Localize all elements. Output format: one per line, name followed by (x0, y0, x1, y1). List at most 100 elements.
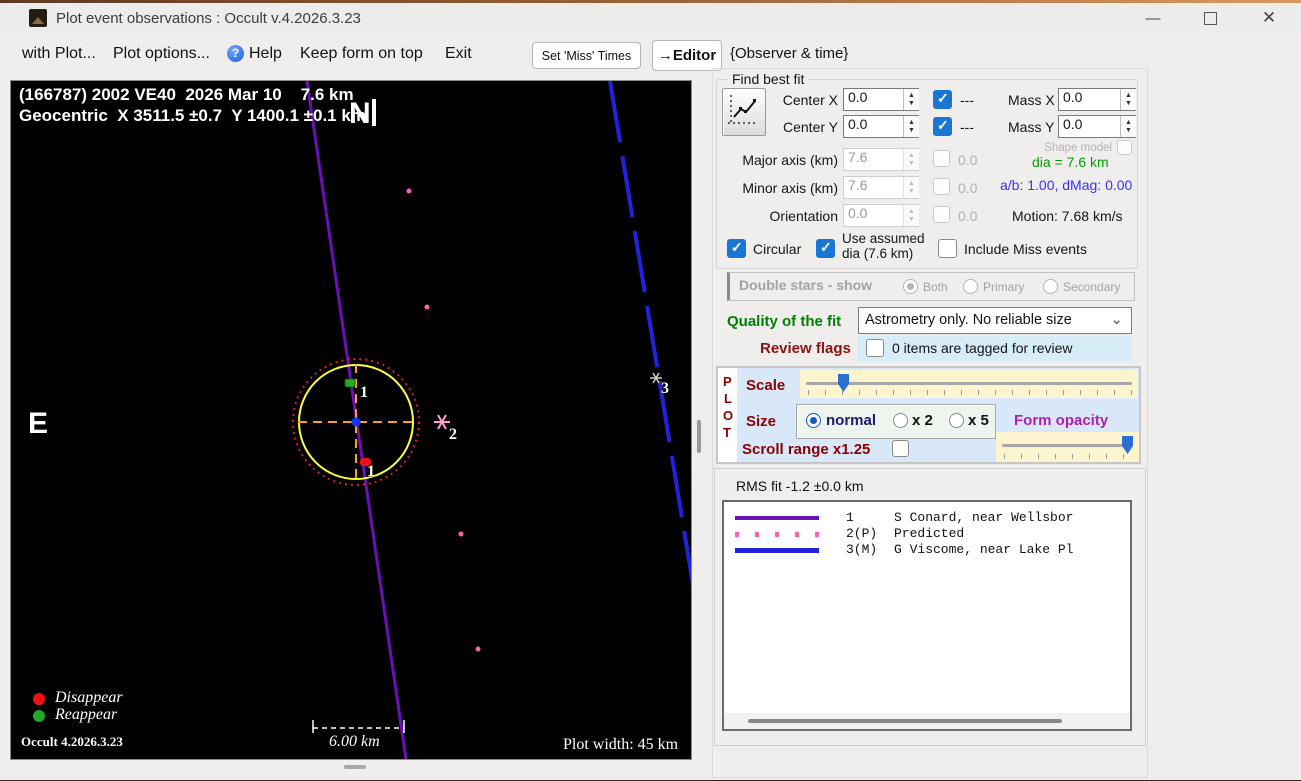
rms-fit-label: RMS fit -1.2 ±0.0 km (736, 478, 864, 494)
orientation-fit-checkbox[interactable] (933, 206, 950, 223)
minimize-button[interactable]: — (1130, 3, 1176, 33)
title-bar[interactable]: Plot event observations : Occult v.4.202… (0, 3, 1301, 33)
help-icon[interactable]: ? (227, 45, 244, 62)
observer2-line-sample (735, 532, 819, 537)
size-radio-group: normal x 2 x 5 (796, 404, 996, 439)
disappear-legend-icon (33, 693, 45, 705)
review-flags-checkbox[interactable] (866, 339, 884, 357)
plot-controls-panel: P L O T Scale Size normal x 2 x 5 Form o… (716, 366, 1141, 464)
center-x-flag: --- (960, 92, 974, 108)
orientation-flag: 0.0 (958, 208, 978, 224)
circular-checkbox[interactable] (727, 239, 746, 258)
observer-row[interactable]: 1 S Conard, near Wellsbor (724, 510, 1130, 526)
app-icon (29, 9, 47, 27)
motion-text: Motion: 7.68 km/s (1012, 208, 1123, 224)
spin-up-icon: ▲ (908, 151, 915, 159)
size-x2-label: x 2 (912, 412, 933, 429)
star-marker-2 (434, 414, 450, 430)
occultation-plot[interactable]: (166787) 2002 VE40 2026 Mar 10 7.6 km Ge… (10, 80, 692, 760)
menu-plot-options[interactable]: Plot options... (113, 45, 210, 63)
observer-list-hscrollbar[interactable] (724, 713, 1130, 729)
shape-model-checkbox[interactable] (1117, 140, 1132, 155)
ab-dmag-text: a/b: 1.00, dMag: 0.00 (1000, 177, 1133, 193)
scroll-range-checkbox[interactable] (892, 440, 909, 457)
review-flags-label: Review flags (760, 340, 851, 357)
size-normal-label: normal (826, 412, 877, 429)
quality-dropdown-value: Astrometry only. No reliable size (865, 312, 1072, 328)
spin-up-icon: ▲ (908, 207, 915, 215)
quality-dropdown[interactable]: Astrometry only. No reliable size ⌄ (858, 307, 1132, 334)
scale-bracket (312, 720, 405, 733)
observer-name: Predicted (894, 526, 965, 541)
double-stars-both-radio[interactable] (903, 279, 918, 294)
size-x5-radio[interactable] (949, 413, 964, 428)
chevron-down-icon: ⌄ (1110, 311, 1123, 328)
app-window: Plot event observations : Occult v.4.202… (0, 0, 1301, 781)
observer1-line-sample (735, 516, 819, 520)
size-x2-radio[interactable] (893, 413, 908, 428)
plot-title-line2: Geocentric X 3511.5 ±0.7 Y 1400.1 ±0.1 k… (19, 106, 366, 125)
mass-y-spinner[interactable]: ▲ ▼ (1120, 116, 1136, 137)
plot-vertical-scrollbar[interactable] (697, 420, 701, 453)
dia-text: dia = 7.6 km (1032, 154, 1109, 170)
plot-horizontal-scrollbar[interactable] (344, 765, 366, 769)
minor-axis-fit-checkbox[interactable] (933, 178, 950, 195)
spin-down-icon: ▼ (908, 159, 915, 167)
plot-letter-p: P (723, 374, 732, 389)
menu-keep-on-top[interactable]: Keep form on top (300, 45, 423, 63)
plot-letter-t: T (723, 425, 731, 440)
minor-axis-spinner[interactable]: ▲ ▼ (903, 177, 919, 198)
station3-label: 3 (661, 380, 669, 397)
double-stars-secondary-radio[interactable] (1043, 279, 1058, 294)
review-flags-text: 0 items are tagged for review (892, 340, 1073, 356)
legend-disappear-label: Disappear (55, 689, 123, 706)
maximize-button[interactable] (1187, 3, 1233, 33)
spin-down-icon: ▼ (1125, 99, 1132, 107)
north-arrow-shaft (372, 99, 376, 126)
station1-disappear-label: 1 (367, 463, 375, 480)
center-y-spinner[interactable]: ▲ ▼ (903, 116, 919, 137)
menu-with-plot[interactable]: with Plot... (22, 45, 96, 63)
predicted-dot (406, 188, 412, 194)
form-opacity-ticks (1004, 454, 1133, 459)
minimize-icon: — (1145, 9, 1161, 27)
center-y-label: Center Y (783, 119, 838, 135)
plot-letter-l: L (724, 391, 732, 406)
reappear-legend-icon (33, 710, 45, 722)
form-opacity-thumb[interactable] (1122, 436, 1133, 454)
observer-id: 3(M) (846, 542, 878, 557)
mass-x-spinner[interactable]: ▲ ▼ (1120, 89, 1136, 110)
set-miss-times-button[interactable]: Set 'Miss' Times (532, 42, 641, 69)
observer-list[interactable]: 1 S Conard, near Wellsbor 2(P) Predicted… (722, 500, 1132, 731)
use-assumed-label: Use assumed dia (7.6 km) (842, 231, 925, 261)
scale-label: Scale (746, 377, 786, 394)
spin-down-icon: ▼ (908, 215, 915, 223)
spin-down-icon: ▼ (908, 187, 915, 195)
menu-exit[interactable]: Exit (445, 45, 472, 63)
plot-version-label: Occult 4.2026.3.23 (21, 734, 123, 749)
use-assumed-checkbox[interactable] (816, 239, 835, 258)
major-axis-spinner[interactable]: ▲ ▼ (903, 149, 919, 170)
orientation-spinner[interactable]: ▲ ▼ (903, 205, 919, 226)
editor-button[interactable]: →Editor (652, 40, 722, 71)
observer-row[interactable]: 2(P) Predicted (724, 526, 1130, 542)
form-opacity-slider[interactable] (996, 432, 1139, 462)
close-button[interactable]: ✕ (1246, 3, 1292, 33)
size-normal-radio[interactable] (806, 413, 821, 428)
app-icon-shape (32, 17, 44, 24)
plot-width-label: Plot width: 45 km (563, 736, 679, 753)
spin-up-icon: ▲ (1125, 91, 1132, 99)
scale-slider[interactable] (800, 370, 1138, 398)
include-miss-checkbox[interactable] (938, 239, 957, 258)
center-y-fit-checkbox[interactable] (933, 117, 952, 136)
double-stars-primary-radio[interactable] (963, 279, 978, 294)
observer-list-hscrollbar-thumb[interactable] (748, 719, 1062, 723)
center-x-spinner[interactable]: ▲ ▼ (903, 89, 919, 110)
plot-letter-o: O (723, 408, 734, 423)
major-axis-fit-checkbox[interactable] (933, 150, 950, 167)
scroll-range-label: Scroll range x1.25 (742, 441, 871, 458)
observer-row[interactable]: 3(M) G Viscome, near Lake Pl (724, 542, 1130, 558)
menu-help[interactable]: Help (249, 45, 282, 63)
include-miss-label: Include Miss events (964, 241, 1087, 257)
center-x-fit-checkbox[interactable] (933, 90, 952, 109)
